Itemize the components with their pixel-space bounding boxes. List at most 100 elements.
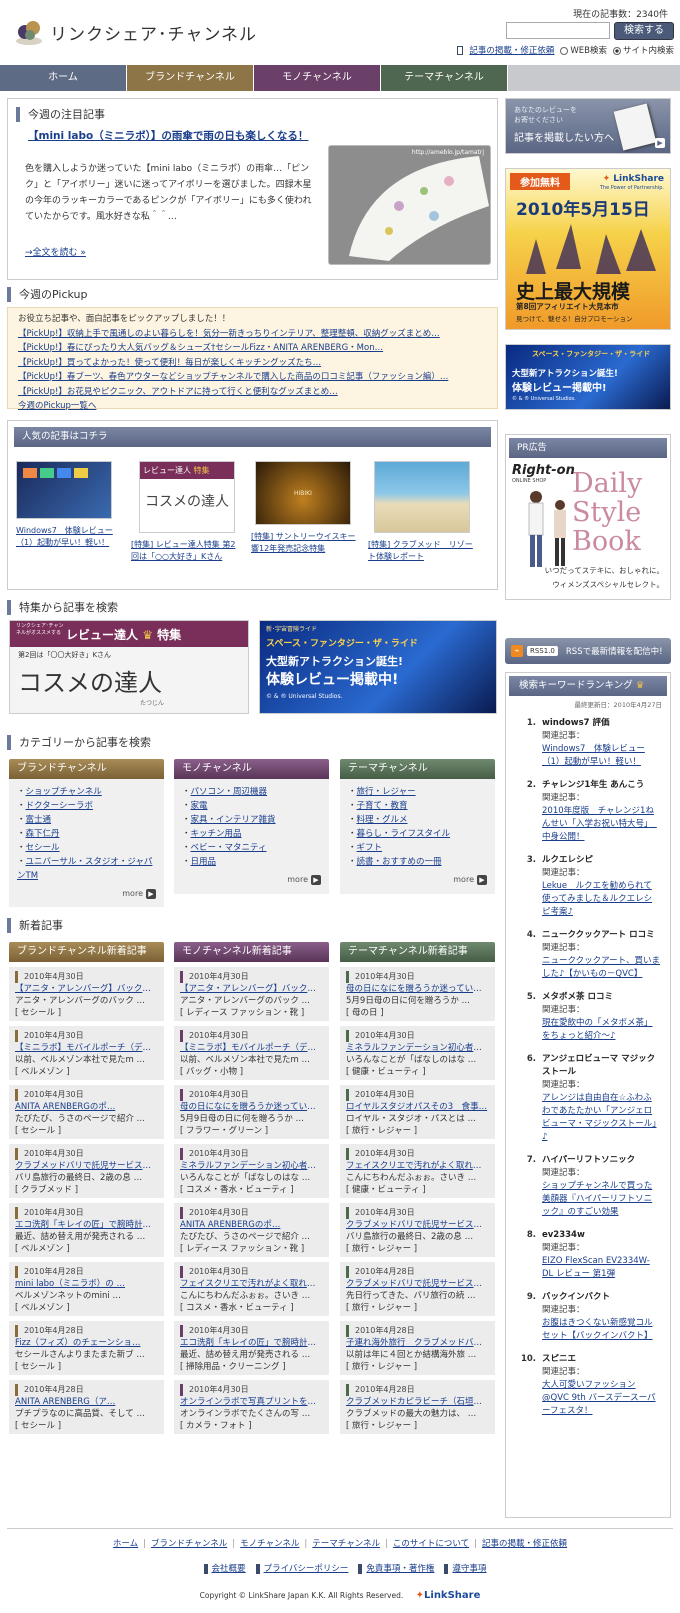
space-ad[interactable]: スペース・ファンタジー・ザ・ライド 大型新アトラクション誕生! 体験レビュー掲載… <box>505 344 671 410</box>
article-category[interactable]: [ 旅行・レジャー ] <box>346 1302 489 1314</box>
category-theme-header[interactable]: テーマチャンネル <box>340 759 495 779</box>
radio-site[interactable]: サイト内検索 <box>612 44 674 56</box>
ranking-link[interactable]: Lekue ルクエを勧められて使ってみました＆ルクエレシピ考案♪ <box>542 880 660 919</box>
category-brand-header[interactable]: ブランドチャンネル <box>9 759 164 779</box>
more-link[interactable]: more ▶ <box>182 873 321 887</box>
linkshare-logo[interactable]: ✦LinkShare <box>416 1590 481 1601</box>
popular-caption[interactable]: [特集] レビュー達人特集 第2回は「○○大好き」Kさん <box>131 539 241 563</box>
article-category[interactable]: [ 旅行・レジャー ] <box>346 1420 489 1432</box>
article-title[interactable]: ANITA ARENBERGのポ… <box>15 1101 158 1113</box>
article-category[interactable]: [ バッグ・小物 ] <box>180 1066 323 1078</box>
tab-brand[interactable]: ブランドチャンネル <box>127 65 254 91</box>
tab-mono[interactable]: モノチャンネル <box>254 65 381 91</box>
article-category[interactable]: [ 健康・ビューティ ] <box>346 1066 489 1078</box>
footer-link[interactable]: モノチャンネル <box>240 1539 299 1549</box>
category-link[interactable]: ・ドクターシーラボ <box>17 799 156 813</box>
more-link[interactable]: more ▶ <box>17 887 156 901</box>
category-link[interactable]: ・旅行・レジャー <box>348 785 487 799</box>
tab-theme[interactable]: テーマチャンネル <box>381 65 508 91</box>
pickup-item[interactable]: 【PickUp!】春ブーツ、春色アウターなどショップチャンネルで購入した商品の口… <box>18 370 487 385</box>
read-more-link[interactable]: →全文を読む » <box>25 245 86 258</box>
article-card[interactable]: 2010年4月30日 エコ洗剤「キレイの匠」で腕時計の… 最近、詰め替え用が発売され… <box>174 1321 329 1375</box>
umbrella-image[interactable]: http://ameblo.jp/tamatrj <box>328 145 491 265</box>
article-category[interactable]: [ セシール ] <box>15 1420 158 1432</box>
article-card[interactable]: 2010年4月28日 クラブメッドバリで託児サービス利… 先日行ってきた、バリ旅行の… <box>340 1262 495 1316</box>
article-category[interactable]: [ レディース ファッション・靴 ] <box>180 1243 323 1255</box>
new-articles-header[interactable]: テーマチャンネル新着記事 <box>340 942 495 962</box>
site-title[interactable]: リンクシェア･チャンネル <box>50 20 257 45</box>
article-category[interactable]: [ コスメ・香水・ビューティ ] <box>180 1184 323 1196</box>
article-card[interactable]: 2010年4月30日 母の日になにを贈ろうか迷っている… 5月9日母の日に何を贈ろう… <box>174 1085 329 1139</box>
search-input[interactable] <box>506 22 610 39</box>
article-card[interactable]: 2010年4月28日 子連れ海外旅行 クラブメッドバリ… 以前は年に４回とか結構海外… <box>340 1321 495 1375</box>
article-card[interactable]: 2010年4月28日 クラブメッドカピラビーチ（石垣島… クラブメッドの最大の魅力は… <box>340 1380 495 1434</box>
article-title[interactable]: エコ洗剤「キレイの匠」で腕時計の… <box>15 1219 158 1231</box>
pickup-item[interactable]: 【PickUp!】収納上手で風通しのよい暮らしを！気分一新きっちりインテリア、整… <box>18 327 487 342</box>
category-link[interactable]: ・家電 <box>182 799 321 813</box>
article-title[interactable]: ANITA ARENBERG（ア… <box>15 1396 158 1408</box>
pickup-item[interactable]: 【PickUp!】買ってよかった！使って便利！毎日が楽しくキッチングッズたち… <box>18 356 487 371</box>
rss-banner[interactable]: ⌁ RSS1.0 RSSで最新情報を配信中! <box>505 638 671 664</box>
article-title[interactable]: エコ洗剤「キレイの匠」で腕時計の… <box>180 1337 323 1349</box>
category-link[interactable]: ・料理・グルメ <box>348 813 487 827</box>
article-title[interactable]: ANITA ARENBERGのポ… <box>180 1219 323 1231</box>
article-card[interactable]: 2010年4月30日 【ミニラボ】モバイルポーチ（デジ… 以前、ベルメゾン本社で見た… <box>9 1026 164 1080</box>
article-title[interactable]: 【ミニラボ】モバイルポーチ（デジ… <box>15 1042 158 1054</box>
article-card[interactable]: 2010年4月30日 【アニタ・アレンバーグ】バックリ… アニタ・アレンバーグのバッ… <box>174 967 329 1021</box>
article-title[interactable]: クラブメッドバリで託児サービス利… <box>15 1160 158 1172</box>
article-category[interactable]: [ セシール ] <box>15 1125 158 1137</box>
new-articles-header[interactable]: モノチャンネル新着記事 <box>174 942 329 962</box>
article-card[interactable]: 2010年4月30日 【ミニラボ】モバイルポーチ（デジ… 以前、ベルメゾン本社で見た… <box>174 1026 329 1080</box>
ranking-keyword[interactable]: スピニエ <box>542 1353 660 1366</box>
article-category[interactable]: [ 母の日 ] <box>346 1007 489 1019</box>
affiliate-ad[interactable]: 参加無料 ✦ LinkShare The Power of Partnershi… <box>505 168 671 330</box>
review-submit-banner[interactable]: あなたのレビューを お寄せください 記事を掲載したい方へ ▶ <box>505 98 671 154</box>
article-category[interactable]: [ フラワー・グリーン ] <box>180 1125 323 1137</box>
article-category[interactable]: [ 旅行・レジャー ] <box>346 1125 489 1137</box>
category-link[interactable]: ・セシール <box>17 841 156 855</box>
article-category[interactable]: [ セシール ] <box>15 1007 158 1019</box>
article-title[interactable]: 【アニタ・アレンバーグ】バックリ… <box>180 983 323 995</box>
featured-headline[interactable]: 【mini labo（ミニラボ）】の雨傘で雨の日も楽しくなる！ <box>28 128 489 143</box>
pickup-item[interactable]: 【PickUp!】お花見やピクニック、アウトドアに持って行くと便利なグッズまとめ… <box>18 385 487 400</box>
ranking-keyword[interactable]: バックインバクト <box>542 1291 660 1304</box>
popular-caption[interactable]: Windows7 体験レビュー（1）起動が早い！軽い！ <box>16 525 116 549</box>
article-card[interactable]: 2010年4月30日 母の日になにを贈ろうか迷っている… 5月9日母の日に何を贈ろう… <box>340 967 495 1021</box>
article-title[interactable]: ミネラルファンデーション初心者は… <box>346 1042 489 1054</box>
article-card[interactable]: 2010年4月30日 クラブメッドバリで託児サービス利… バリ島旅行の最終日、2歳の… <box>9 1144 164 1198</box>
category-link[interactable]: ・ショップチャンネル <box>17 785 156 799</box>
article-card[interactable]: 2010年4月28日 Fizz（フィズ）のチェーンショ… セシールさんよりまたまた新… <box>9 1321 164 1375</box>
footer-link[interactable]: このサイトについて <box>393 1539 469 1549</box>
article-card[interactable]: 2010年4月30日 ANITA ARENBERGのポ… たびたび、うさのページで紹… <box>174 1203 329 1257</box>
more-link[interactable]: more ▶ <box>348 873 487 887</box>
ranking-link[interactable]: アレンジは自由自在☆ふわふわであたたかい「アンジェロビューマ・マジックストール」… <box>542 1092 660 1144</box>
post-request-link[interactable]: 記事の掲載・修正依頼 <box>469 44 554 56</box>
article-title[interactable]: 子連れ海外旅行 クラブメッドバリ… <box>346 1337 489 1349</box>
article-card[interactable]: 2010年4月30日 クラブメッドバリで託児サービス利… バリ島旅行の最終日、2歳の… <box>340 1203 495 1257</box>
article-card[interactable]: 2010年4月30日 フェイスクリエで汚れがよく取れる… こんにちわんだふぉぉ。さい… <box>174 1262 329 1316</box>
article-card[interactable]: 2010年4月30日 エコ洗剤「キレイの匠」で腕時計の… 最近、詰め替え用が発売され… <box>9 1203 164 1257</box>
article-category[interactable]: [ ベルメゾン ] <box>15 1066 158 1078</box>
category-link[interactable]: ・暮らし・ライフスタイル <box>348 827 487 841</box>
footer-link[interactable]: 会社概要 <box>212 1564 246 1574</box>
ranking-keyword[interactable]: メタボメ茶 ロコミ <box>542 991 660 1004</box>
ranking-keyword[interactable]: チャレンジ1年生 あんこう <box>542 779 660 792</box>
ranking-link[interactable]: 2010年度版 チャレンジ1ねんせい「入学お祝い特大号」 中身公開！ <box>542 805 660 844</box>
article-category[interactable]: [ 旅行・レジャー ] <box>346 1361 489 1373</box>
category-link[interactable]: ・家具・インテリア雑貨 <box>182 813 321 827</box>
new-articles-header[interactable]: ブランドチャンネル新着記事 <box>9 942 164 962</box>
category-link[interactable]: ・子育て・教育 <box>348 799 487 813</box>
article-category[interactable]: [ 健康・ビューティ ] <box>346 1184 489 1196</box>
article-card[interactable]: 2010年4月30日 フェイスクリエで汚れがよく取れる… こんにちわんだふぉぉ。さい… <box>340 1144 495 1198</box>
article-title[interactable]: クラブメッドバリで託児サービス利… <box>346 1219 489 1231</box>
category-link[interactable]: ・ユニバーサル・スタジオ・ジャパンTM <box>17 855 156 883</box>
article-card[interactable]: 2010年4月30日 ロイヤルスタジオパスその3 食事… ロイヤル・スタジオ・パスと… <box>340 1085 495 1139</box>
popular-item[interactable]: HIBIKI [特集] サントリーウイスキー響12年発売記念特集 <box>251 461 361 555</box>
footer-link[interactable]: 記事の掲載・修正依頼 <box>482 1539 567 1549</box>
tab-home[interactable]: ホーム <box>0 65 127 91</box>
ranking-keyword[interactable]: ルクエレシピ <box>542 854 660 867</box>
footer-link[interactable]: テーマチャンネル <box>312 1539 380 1549</box>
article-card[interactable]: 2010年4月30日 ミネラルファンデーション初心者は… いろんなことが「ばなしのは… <box>174 1144 329 1198</box>
popular-caption[interactable]: [特集] クラブメッド リゾート体験レポート <box>368 539 478 563</box>
category-mono-header[interactable]: モノチャンネル <box>174 759 329 779</box>
